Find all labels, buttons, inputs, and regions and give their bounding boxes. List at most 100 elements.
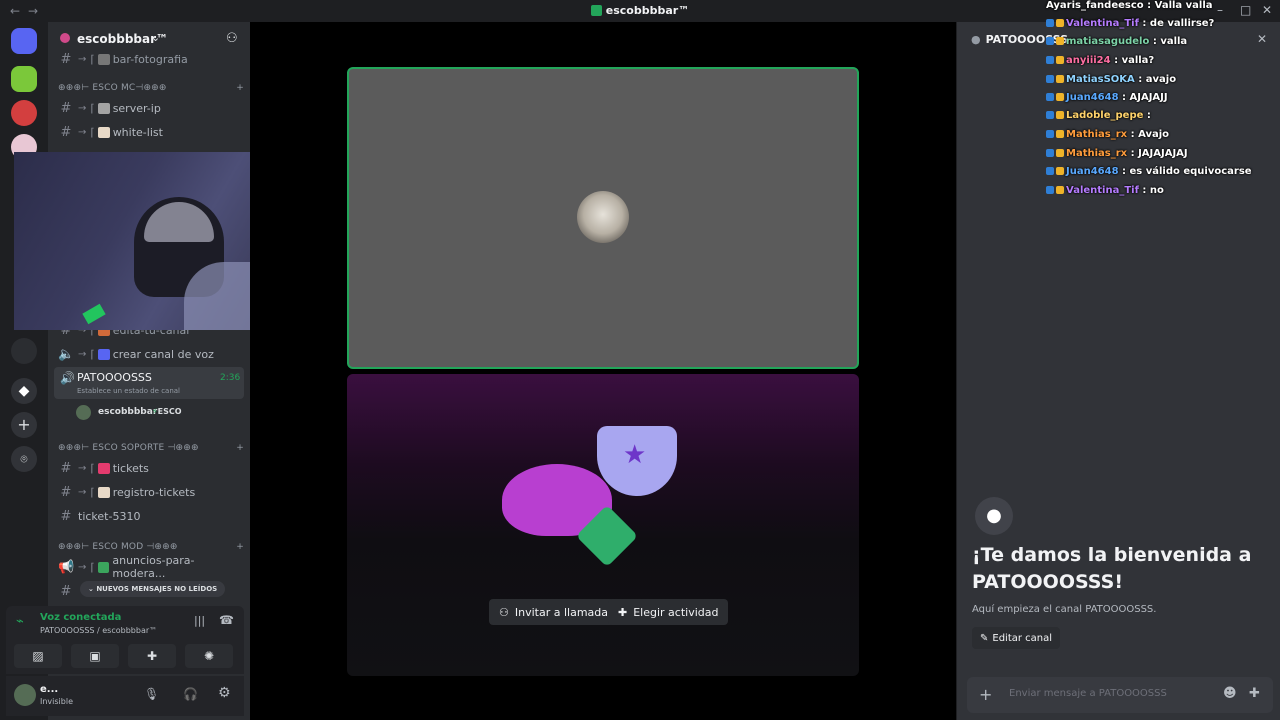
overlay-chat-user: anyiii24 [1066,54,1111,66]
overlay-chat-user: Juan4648 [1066,91,1119,103]
bracket: ⌈ [90,52,95,66]
choose-activity-button[interactable]: ✚ Elegir actividad [608,599,729,625]
badge-icon [1046,37,1054,45]
channel-tickets[interactable]: # → ⌈ tickets [54,457,244,479]
category-esco-mc[interactable]: ⊕⊕⊕⊢ ESCO MC⊣⊕⊕⊕ + [58,83,244,93]
add-channel-icon[interactable]: + [236,443,244,453]
channel-registro-tickets[interactable]: # → ⌈ registro-tickets [54,481,244,503]
pencil-icon: ✎ [980,632,989,644]
overlay-chat-text: JAJAJAJAJ [1138,147,1188,159]
voice-status-hint[interactable]: Establece un estado de canal [77,387,180,395]
voice-status[interactable]: Voz conectada [40,612,121,623]
microphone-icon[interactable]: 🎙 [144,687,159,701]
screen-share-button[interactable]: ▣ [71,644,119,668]
badge-icon [1056,19,1064,27]
plus-emoji-icon [97,348,110,360]
hash-icon: # [60,124,72,140]
invite-to-call-button[interactable]: ⚇ Invitar a llamada [489,599,618,625]
participant-tile[interactable] [347,67,859,369]
server-icon-2[interactable] [11,100,37,126]
channel-ticket-5310[interactable]: # ticket-5310 [54,505,244,527]
overlay-chat-text: no [1149,184,1164,196]
activities-icon: ✚ [618,605,628,619]
add-channel-icon[interactable]: + [236,542,244,552]
channel-anuncios[interactable]: 📢 → ⌈ anuncios-para-modera... [54,554,244,580]
overlay-chat-line: Juan4648 : es válido equivocarse [1046,162,1252,180]
welcome-title: ¡Te damos la bienvenida a PATOOOOSSS! [972,544,1252,593]
badge-icon [1056,149,1064,157]
activities-button[interactable]: ✚ [128,644,176,668]
close-window-icon[interactable]: ✕ [1262,3,1272,17]
headphones-icon[interactable]: 🎧 [183,687,198,701]
signal-icon[interactable]: ⌁ [16,614,24,629]
channel-crear-canal-de-voz[interactable]: 🔈 → ⌈ crear canal de voz [54,343,244,365]
channel-label: anuncios-para-modera... [112,554,195,580]
window-title-text: escobbbbar™ [605,4,690,17]
channel-label: registro-tickets [112,485,196,499]
badge-icon [1056,167,1064,175]
category-label: ⊕⊕⊕⊢ ESCO SOPORTE ⊣⊕⊕⊕ [58,443,199,453]
voice-member[interactable]: escobbbbar ⚡ESCO [76,404,244,422]
badge-icon [1046,167,1054,175]
separator: : [1143,109,1155,121]
camera-off-button[interactable]: ▨ [14,644,62,668]
overlay-chat-text: de vallirse? [1149,17,1215,29]
home-button[interactable] [11,28,37,54]
category-esco-soporte[interactable]: ⊕⊕⊕⊢ ESCO SOPORTE ⊣⊕⊕⊕ + [58,443,244,453]
overlay-chat-line: Ayaris_fandeesco : Valla valla [1046,0,1213,14]
overlay-chat-line: Juan4648 : AJAJAJJ [1046,88,1168,106]
server-badge-icon [60,33,70,43]
username[interactable]: e... [40,684,58,695]
overlay-chat-line: Mathias_rx : JAJAJAJAJ [1046,144,1188,162]
bracket: ⌈ [90,560,95,574]
add-channel-icon[interactable]: + [236,83,244,93]
unread-messages-pill[interactable]: ⌄ NUEVOS MENSAJES NO LEÍDOS [80,581,226,597]
overlay-chat-line: Mathias_rx : Avajo [1046,125,1169,143]
soundboard-icon: ✺ [203,649,215,663]
category-label: ⊕⊕⊕⊢ ESCO MC⊣⊕⊕⊕ [58,83,167,93]
voice-location[interactable]: PATOOOOSSS / escobbbbar™ [40,626,157,635]
arrow-icon: → [78,348,87,360]
badge-icon [1056,111,1064,119]
channel-label: server-ip [112,101,161,115]
badge-icon [1046,93,1054,101]
leaf-emoji-icon [97,561,110,573]
edit-channel-button[interactable]: ✎ Editar canal [972,627,1061,649]
channel-bar-fotografia[interactable]: # → ⌈ bar-fotografia [54,48,244,70]
voice-channel-patooooss[interactable]: 🔊 PATOOOOSSS 2:36 Establece un estado de… [54,367,244,399]
emoji-icon[interactable]: ☻ [1223,686,1237,701]
soundboard-button[interactable]: ✺ [185,644,233,668]
server-icon-4[interactable] [11,338,37,364]
channel-server-ip[interactable]: # → ⌈ server-ip [54,97,244,119]
server-icon-escobbbbar[interactable] [11,66,37,92]
arrow-icon: → [78,561,87,573]
maximize-icon[interactable]: □ [1240,3,1251,17]
noise-suppression-icon[interactable]: ||| [194,614,205,627]
message-input[interactable]: Enviar mensaje a PATOOOOSSS [1009,688,1167,699]
voice-connection-panel: ⌁ Voz conectada PATOOOOSSS / escobbbbar™… [6,606,244,674]
avatar[interactable] [14,684,36,706]
category-esco-mod[interactable]: ⊕⊕⊕⊢ ESCO MOD ⊣⊕⊕⊕ + [58,542,244,552]
invite-people-icon[interactable]: ⚇ [226,31,238,46]
add-attachment-icon[interactable]: + [979,685,992,704]
minimize-icon[interactable]: – [1217,3,1223,17]
settings-gear-icon[interactable]: ⚙ [218,685,231,701]
overlay-chat-text: Avajo [1138,128,1170,140]
close-icon[interactable]: ✕ [1257,32,1267,46]
separator: : [1138,184,1150,196]
separator: : [1118,165,1130,177]
badge-icon [1056,75,1064,83]
apps-icon[interactable]: ✚ [1249,686,1260,701]
disconnect-icon[interactable]: ☎ [219,613,234,627]
separator: : [1138,17,1150,29]
overlay-chat-user: Valentina_Tif [1066,17,1139,29]
explore-icon[interactable]: ⌾ [11,446,37,472]
overlay-chat-user: Mathias_rx [1066,147,1128,159]
channel-white-list[interactable]: # → ⌈ white-list [54,121,244,143]
add-server-icon[interactable]: + [11,412,37,438]
badge-icon [1046,186,1054,194]
message-input-box: + Enviar mensaje a PATOOOOSSS ☻ ✚ [967,677,1273,713]
overlay-chat-text: avajo [1145,73,1177,85]
discover-icon[interactable]: ◆ [11,378,37,404]
bracket: ⌈ [90,347,95,361]
